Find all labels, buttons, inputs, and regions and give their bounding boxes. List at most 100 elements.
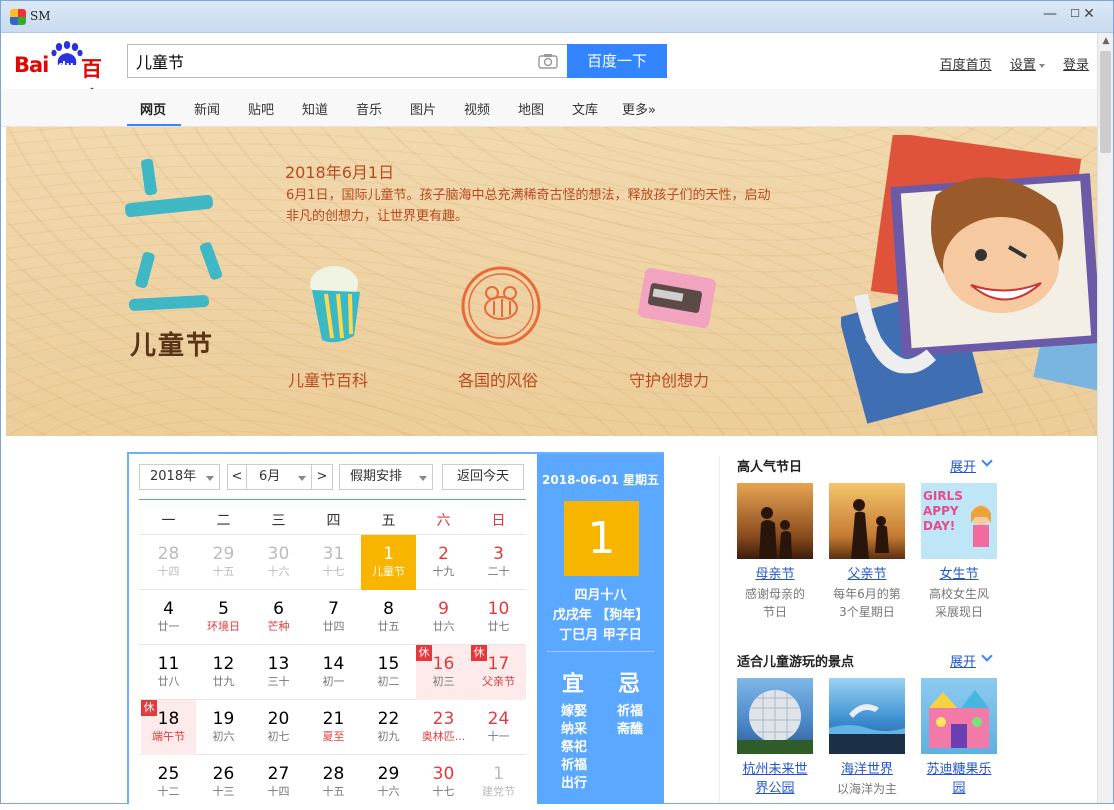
future-world-park-image[interactable]: [737, 678, 813, 754]
calendar-day[interactable]: 21 夏至: [306, 700, 361, 755]
mothers-day-image[interactable]: [737, 483, 813, 559]
calendar-day[interactable]: 8 廿五: [361, 590, 416, 645]
calendar-day[interactable]: 24 十一: [471, 700, 526, 755]
calendar-day[interactable]: 30 十七: [416, 755, 471, 810]
mothers-day-link[interactable]: 母亲节: [729, 565, 821, 584]
tab-more[interactable]: 更多»: [622, 99, 656, 118]
calendar-day[interactable]: 1 儿童节: [361, 535, 416, 590]
calendar-day[interactable]: 4 廿一: [141, 590, 196, 645]
baidu-logo[interactable]: Bai du 百度: [14, 41, 120, 111]
browser-window: SM — ☐ ✕ Bai du 百度 百: [0, 0, 1114, 804]
banner-link-wiki[interactable]: 儿童节百科: [288, 367, 368, 391]
logo-du: du: [58, 59, 74, 72]
ocean-world-link[interactable]: 海洋世界: [821, 760, 913, 779]
tab-web[interactable]: 网页: [140, 99, 166, 118]
home-link[interactable]: 百度首页: [940, 58, 992, 73]
scroll-up-icon[interactable]: ▲: [1098, 33, 1114, 49]
search-input[interactable]: [136, 45, 526, 77]
prev-month-button[interactable]: <: [227, 464, 247, 490]
day-number: 29: [377, 764, 400, 784]
fathers-day-link[interactable]: 父亲节: [821, 565, 913, 584]
calendar-day[interactable]: 13 三十: [251, 645, 306, 700]
banner-link-customs[interactable]: 各国的风俗: [458, 367, 538, 391]
calendar-day[interactable]: 5 环境日: [196, 590, 251, 645]
tab-news[interactable]: 新闻: [194, 99, 220, 118]
tab-video[interactable]: 视频: [464, 99, 490, 118]
calendar-day[interactable]: 休 16 初三: [416, 645, 471, 700]
candy-park-link[interactable]: 苏迪糖果乐: [913, 760, 1005, 779]
calendar-day[interactable]: 11 廿八: [141, 645, 196, 700]
childrens-day-banner[interactable]: 儿童节 2018年6月1日 6月1日，国际儿童节。孩子脑海中总充满稀奇古怪的想法…: [6, 127, 1097, 436]
chevron-down-icon[interactable]: [981, 455, 993, 467]
calendar-day[interactable]: 休 17 父亲节: [471, 645, 526, 700]
candy-park-link[interactable]: 园: [913, 779, 1005, 798]
minimize-button[interactable]: —: [1036, 3, 1064, 25]
tab-wenku[interactable]: 文库: [572, 99, 598, 118]
vertical-scrollbar[interactable]: ▲: [1097, 33, 1113, 803]
calendar-day[interactable]: 28 十四: [141, 535, 196, 590]
search-box: [127, 44, 568, 78]
calendar-day[interactable]: 15 初二: [361, 645, 416, 700]
settings-link[interactable]: 设置: [1010, 58, 1036, 73]
day-number: 3: [493, 544, 504, 564]
candy-park-image[interactable]: [921, 678, 997, 754]
scroll-thumb[interactable]: [1100, 51, 1111, 153]
fathers-day-image[interactable]: [829, 483, 905, 559]
tab-music[interactable]: 音乐: [356, 99, 382, 118]
calendar-day[interactable]: 1 建党节: [471, 755, 526, 810]
chevron-down-icon[interactable]: [981, 650, 993, 662]
ice-cream-icon: [310, 266, 360, 343]
calendar-day[interactable]: 6 芒种: [251, 590, 306, 645]
future-world-link[interactable]: 界公园: [729, 779, 821, 798]
holiday-select[interactable]: 假期安排: [339, 464, 433, 490]
calendar-day[interactable]: 休 18 端午节: [141, 700, 196, 755]
lunar-label: 二十: [487, 565, 510, 578]
tab-zhidao[interactable]: 知道: [302, 99, 328, 118]
calendar-day[interactable]: 22 初九: [361, 700, 416, 755]
next-month-button[interactable]: >: [311, 464, 333, 490]
girls-day-art-line: APPY: [923, 504, 959, 518]
lunar-label: 建党节: [482, 785, 515, 798]
calendar-day[interactable]: 29 十五: [196, 535, 251, 590]
lunar-label: 十二: [157, 785, 180, 798]
calendar-day[interactable]: 14 初一: [306, 645, 361, 700]
calendar-day[interactable]: 3 二十: [471, 535, 526, 590]
tab-tieba[interactable]: 贴吧: [248, 99, 274, 118]
calendar-day[interactable]: 23 奥林匹...: [416, 700, 471, 755]
close-button[interactable]: ✕: [1075, 3, 1103, 25]
girls-day-image[interactable]: GIRLS APPY DAY!: [921, 483, 997, 559]
kids-attractions-expand[interactable]: 展开: [950, 651, 976, 670]
banner-title: 儿童节: [130, 331, 215, 361]
calendar-day[interactable]: 20 初七: [251, 700, 306, 755]
year-select[interactable]: 2018年: [139, 464, 220, 490]
banner-link-creativity[interactable]: 守护创想力: [629, 367, 709, 391]
ocean-world-image[interactable]: [829, 678, 905, 754]
calendar-day[interactable]: 26 十三: [196, 755, 251, 810]
girls-day-link[interactable]: 女生节: [913, 565, 1005, 584]
calendar-day[interactable]: 31 十七: [306, 535, 361, 590]
search-button[interactable]: 百度一下: [567, 44, 667, 78]
calendar-day[interactable]: 29 十六: [361, 755, 416, 810]
calendar-day[interactable]: 7 廿四: [306, 590, 361, 645]
calendar-day[interactable]: 27 十四: [251, 755, 306, 810]
calendar-day[interactable]: 2 十九: [416, 535, 471, 590]
calendar-day[interactable]: 9 廿六: [416, 590, 471, 645]
calendar-day[interactable]: 12 廿九: [196, 645, 251, 700]
popular-holidays-expand[interactable]: 展开: [950, 456, 976, 475]
future-world-link[interactable]: 杭州未来世: [729, 760, 821, 779]
tab-map[interactable]: 地图: [518, 99, 544, 118]
camera-icon[interactable]: [538, 53, 558, 69]
month-select[interactable]: 6月: [246, 464, 312, 490]
calendar-day[interactable]: 30 十六: [251, 535, 306, 590]
login-link[interactable]: 登录: [1063, 58, 1089, 73]
back-to-today-button[interactable]: 返回今天: [442, 464, 524, 490]
dolphin-show-icon: [829, 704, 905, 754]
calendar-day[interactable]: 19 初六: [196, 700, 251, 755]
girls-day-art-line: GIRLS: [923, 489, 963, 503]
lunar-label: 十四: [267, 785, 290, 798]
calendar-day[interactable]: 10 廿七: [471, 590, 526, 645]
calendar-day[interactable]: 28 十五: [306, 755, 361, 810]
calendar-day[interactable]: 25 十二: [141, 755, 196, 810]
tab-images[interactable]: 图片: [410, 99, 436, 118]
calendar-widget: 2018年 < 6月 > 假期安排 返回今天 一二三四五六日 28 十四 29 十五 3…: [127, 452, 664, 804]
